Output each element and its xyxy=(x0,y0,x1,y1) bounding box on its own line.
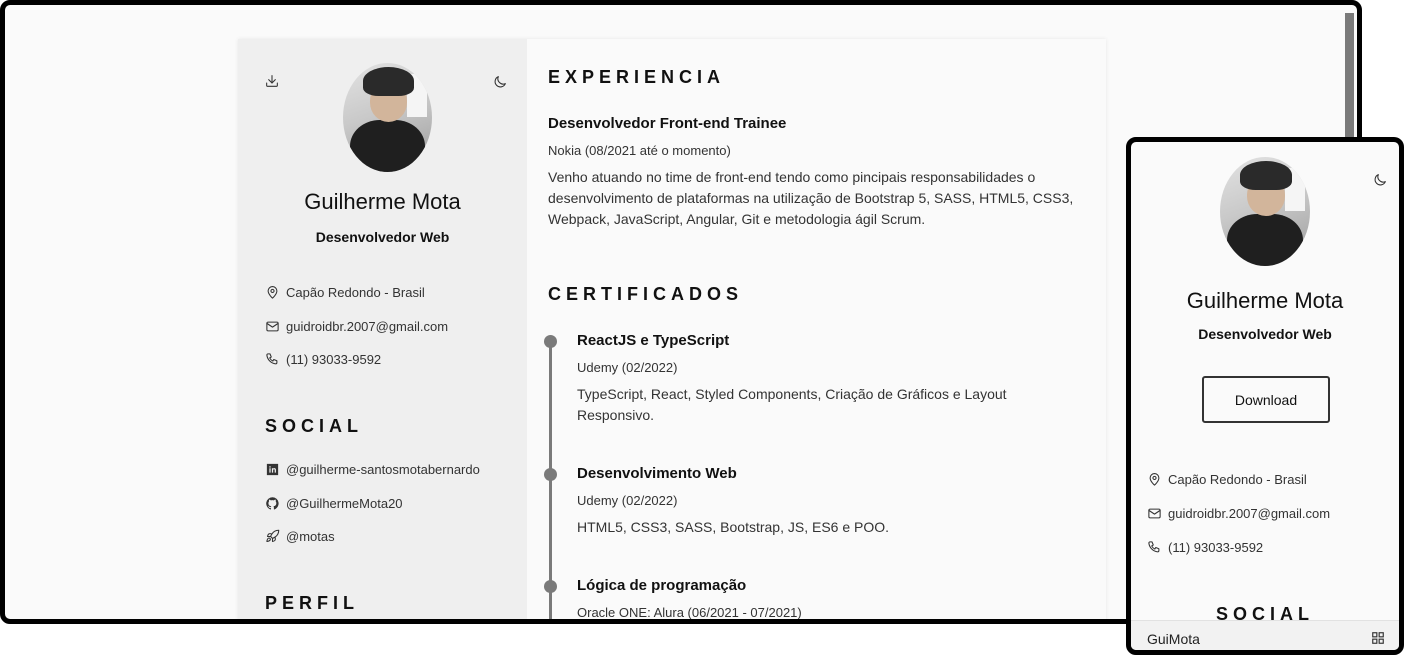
experience-title: EXPERIENCIA xyxy=(548,67,726,87)
phone-icon xyxy=(1148,541,1160,553)
social-linkedin[interactable]: @guilherme-santosmotabernardo xyxy=(265,462,480,477)
grid-icon[interactable] xyxy=(1371,631,1385,645)
email-text: guidroidbr.2007@gmail.com xyxy=(286,319,449,334)
timeline-dot xyxy=(544,335,557,348)
profile-role: Desenvolvedor Web xyxy=(315,229,450,245)
resume-main: EXPERIENCIA Desenvolvedor Front-end Trai… xyxy=(527,39,1106,620)
job-meta: Nokia (08/2021 até o momento) xyxy=(548,143,731,158)
job-title: Desenvolvedor Front-end Trainee xyxy=(548,115,787,132)
rocket-icon xyxy=(266,529,280,543)
resume-sidebar: Guilherme Mota Desenvolvedor Web Capão R… xyxy=(238,39,527,619)
cert-description: TypeScript, React, Styled Components, Cr… xyxy=(577,386,1007,423)
contact-email[interactable]: guidroidbr.2007@gmail.com xyxy=(1147,506,1330,521)
mobile-footer: GuiMota xyxy=(1131,620,1399,650)
email-text: guidroidbr.2007@gmail.com xyxy=(1168,506,1331,521)
social-title: SOCIAL xyxy=(265,416,364,436)
job-description: Venho atuando no time de front-end tendo… xyxy=(548,169,1074,227)
timeline-dot xyxy=(544,580,557,593)
contact-phone[interactable]: (11) 93033-9592 xyxy=(265,352,381,367)
cert-title: Desenvolvimento Web xyxy=(577,465,737,482)
cert-meta: Oracle ONE: Alura (06/2021 - 07/2021) xyxy=(577,605,802,620)
mail-icon xyxy=(266,321,279,332)
cert-meta: Udemy (02/2022) xyxy=(577,360,678,375)
phone-text: (11) 93033-9592 xyxy=(1168,540,1264,555)
contact-location: Capão Redondo - Brasil xyxy=(1147,472,1307,487)
contact-email[interactable]: guidroidbr.2007@gmail.com xyxy=(265,319,448,334)
resume-card: Guilherme Mota Desenvolvedor Web Capão R… xyxy=(238,39,1106,620)
profile-name: Guilherme Mota xyxy=(304,189,461,214)
phone-icon xyxy=(266,353,278,365)
linkedin-handle: @guilherme-santosmotabernardo xyxy=(286,462,480,477)
certificates-title: CERTIFICADOS xyxy=(548,284,743,304)
profile-role: Desenvolvedor Web xyxy=(1198,326,1332,342)
cert-description: HTML5, CSS3, SASS, Bootstrap, JS, ES6 e … xyxy=(577,519,890,535)
rocket-handle: @motas xyxy=(286,529,335,544)
timeline-dot xyxy=(544,468,557,481)
github-handle: @GuilhermeMota20 xyxy=(286,496,403,511)
location-text: Capão Redondo - Brasil xyxy=(286,285,425,300)
mobile-frame: Guilherme Mota Desenvolvedor Web Downloa… xyxy=(1126,137,1404,655)
linkedin-icon xyxy=(266,463,279,476)
download-button[interactable]: Download xyxy=(1202,376,1330,423)
mail-icon xyxy=(1148,508,1161,519)
contact-phone[interactable]: (11) 93033-9592 xyxy=(1147,540,1263,555)
map-pin-icon xyxy=(267,286,278,299)
github-icon xyxy=(266,497,279,510)
profile-name: Guilherme Mota xyxy=(1186,288,1344,313)
contact-location: Capão Redondo - Brasil xyxy=(265,285,425,300)
scrollbar[interactable] xyxy=(1345,13,1354,143)
social-rocket[interactable]: @motas xyxy=(265,529,335,544)
perfil-title: PERFIL xyxy=(265,593,360,613)
location-text: Capão Redondo - Brasil xyxy=(1168,472,1307,487)
footer-brand[interactable]: GuiMota xyxy=(1147,631,1200,647)
cert-title: Lógica de programação xyxy=(577,577,747,594)
phone-text: (11) 93033-9592 xyxy=(286,352,382,367)
moon-icon[interactable] xyxy=(1371,171,1389,189)
map-pin-icon xyxy=(1149,473,1160,486)
cert-title: ReactJS e TypeScript xyxy=(577,332,730,349)
avatar xyxy=(343,63,432,172)
social-github[interactable]: @GuilhermeMota20 xyxy=(265,496,403,511)
avatar xyxy=(1220,157,1310,266)
cert-meta: Udemy (02/2022) xyxy=(577,493,678,508)
moon-icon[interactable] xyxy=(491,73,509,91)
download-icon[interactable] xyxy=(263,72,281,90)
